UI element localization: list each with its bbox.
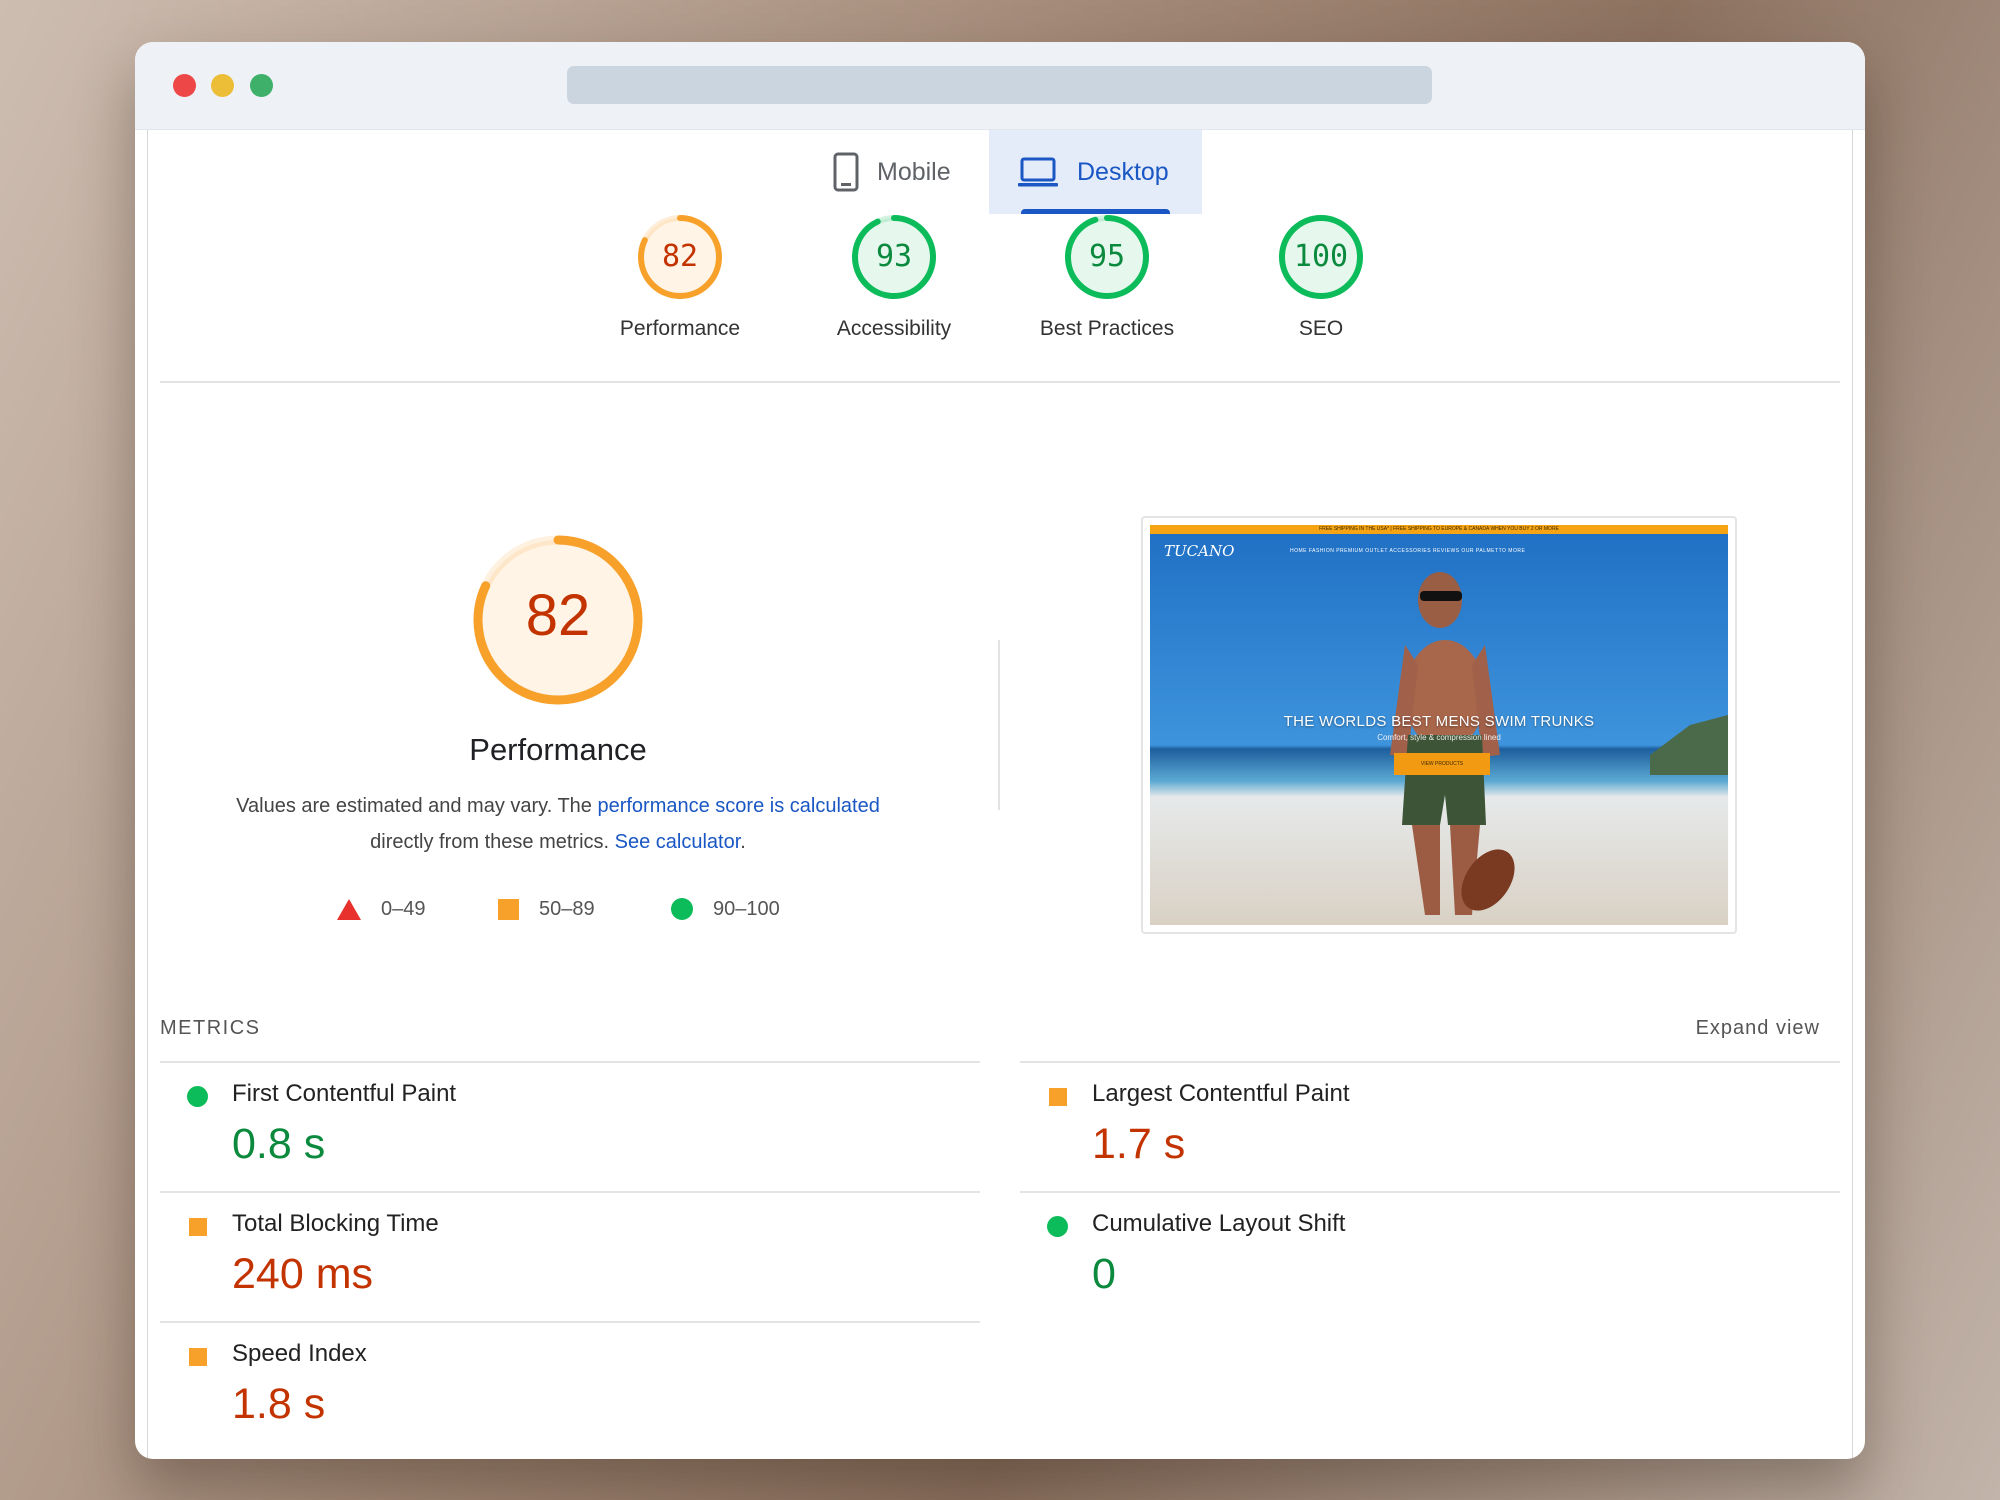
legend-pass-label: 90–100 xyxy=(713,897,780,920)
tab-mobile-label: Mobile xyxy=(877,157,951,186)
circle-icon xyxy=(1047,1216,1068,1237)
gauge-score: 95 xyxy=(1088,239,1126,274)
category-gauge[interactable]: 93 Accessibility xyxy=(814,213,974,341)
metric-name: Speed Index xyxy=(232,1340,367,1367)
legend-pass: 90–100 xyxy=(671,895,780,923)
phone-icon xyxy=(833,152,859,192)
gauge-score: 100 xyxy=(1293,239,1349,274)
metric-value: 1.8 s xyxy=(232,1380,326,1428)
category-gauge[interactable]: 82 Performance xyxy=(600,213,760,341)
legend-fail-label: 0–49 xyxy=(381,897,426,920)
gauge-label: SEO xyxy=(1298,317,1344,340)
metric-name: First Contentful Paint xyxy=(232,1080,457,1107)
tab-mobile[interactable]: Mobile xyxy=(805,130,979,214)
metric-name: Cumulative Layout Shift xyxy=(1092,1210,1346,1237)
site-banner: FREE SHIPPING IN THE USA* | FREE SHIPPIN… xyxy=(1150,525,1728,534)
site-headline: THE WORLDS BEST MENS SWIM TRUNKS xyxy=(1283,713,1595,730)
desc-text-2: directly from these metrics. xyxy=(370,831,615,853)
expand-view-toggle[interactable]: Expand view xyxy=(1620,1017,1820,1040)
gauge-label: Performance xyxy=(619,317,741,340)
metrics-heading: METRICS xyxy=(160,1017,261,1039)
performance-title: Performance xyxy=(469,732,647,767)
metric-item: Cumulative Layout Shift 0 xyxy=(1020,1190,1820,1316)
site-nav: TUCANO HOME FASHION PREMIUM OUTLET ACCES… xyxy=(1150,534,1728,570)
laptop-icon xyxy=(1017,156,1059,188)
square-icon xyxy=(189,1218,207,1236)
metric-item: Largest Contentful Paint 1.7 s xyxy=(1020,1060,1820,1186)
metric-item: Total Blocking Time 240 ms xyxy=(160,1190,960,1316)
screenshot-image: FREE SHIPPING IN THE USA* | FREE SHIPPIN… xyxy=(1150,525,1728,925)
site-logo: TUCANO xyxy=(1164,542,1235,560)
metric-value: 0 xyxy=(1092,1250,1116,1298)
gauge-label: Best Practices xyxy=(1039,317,1175,340)
square-icon xyxy=(1049,1088,1067,1106)
category-gauge[interactable]: 100 SEO xyxy=(1241,213,1401,341)
metric-name: Largest Contentful Paint xyxy=(1092,1080,1350,1107)
metric-name: Total Blocking Time xyxy=(232,1210,439,1237)
performance-score-large: 82 xyxy=(525,583,591,648)
gauge-score: 82 xyxy=(661,239,699,274)
minimize-window-button[interactable] xyxy=(211,74,234,97)
site-cta-button: VIEW PRODUCTS xyxy=(1394,753,1490,775)
tab-desktop[interactable]: Desktop xyxy=(989,130,1202,214)
circle-icon xyxy=(671,898,693,920)
legend-average: 50–89 xyxy=(498,895,595,923)
triangle-icon xyxy=(337,898,361,920)
see-calculator-link[interactable]: See calculator xyxy=(615,831,741,853)
close-window-button[interactable] xyxy=(173,74,196,97)
metric-value: 0.8 s xyxy=(232,1120,326,1168)
vertical-divider xyxy=(998,640,1000,810)
gauge-score: 93 xyxy=(875,239,913,274)
legend-average-label: 50–89 xyxy=(539,897,595,920)
metric-value: 1.7 s xyxy=(1092,1120,1186,1168)
metric-item: First Contentful Paint 0.8 s xyxy=(160,1060,960,1186)
square-icon xyxy=(498,898,519,920)
title-bar xyxy=(135,42,1865,130)
page-screenshot[interactable]: FREE SHIPPING IN THE USA* | FREE SHIPPIN… xyxy=(1141,516,1737,934)
metric-item: Speed Index 1.8 s xyxy=(160,1320,960,1446)
address-bar[interactable] xyxy=(567,66,1432,104)
desc-text-3: . xyxy=(740,831,746,853)
maximize-window-button[interactable] xyxy=(250,74,273,97)
desc-text-1: Values are estimated and may vary. The xyxy=(236,795,598,817)
tab-desktop-label: Desktop xyxy=(1077,157,1169,186)
site-subline: Comfort, style & compression lined xyxy=(1377,733,1501,742)
gauge-label: Accessibility xyxy=(836,317,952,340)
site-nav-links: HOME FASHION PREMIUM OUTLET ACCESSORIES … xyxy=(1290,548,1526,554)
section-divider xyxy=(160,381,1840,383)
category-gauge[interactable]: 95 Best Practices xyxy=(1027,213,1187,341)
legend-fail: 0–49 xyxy=(337,895,426,923)
metric-value: 240 ms xyxy=(232,1250,374,1298)
performance-description: Values are estimated and may vary. The p… xyxy=(190,788,926,860)
circle-icon xyxy=(187,1086,208,1107)
square-icon xyxy=(189,1348,207,1366)
performance-score-link[interactable]: performance score is calculated xyxy=(597,795,879,817)
